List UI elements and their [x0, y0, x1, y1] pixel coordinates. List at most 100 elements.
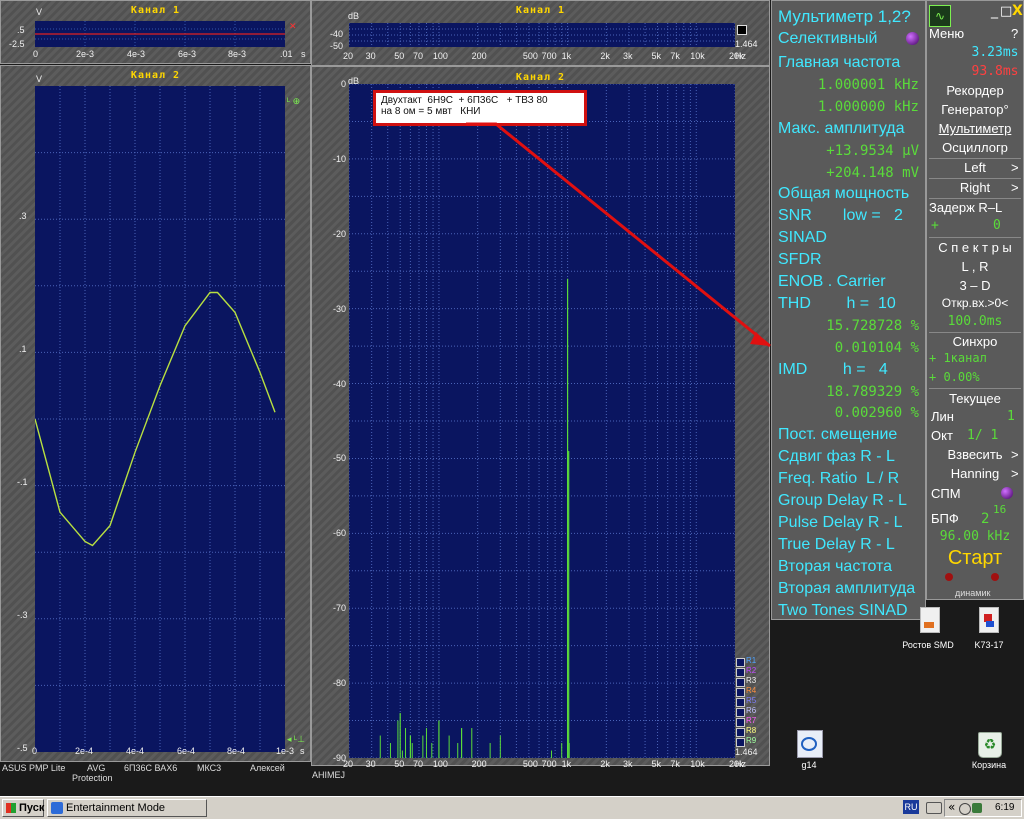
measurement-label: THD h = 10	[778, 294, 896, 312]
measurement-value: +13.9534 μV	[826, 142, 919, 159]
measurement-label: Freq. Ratio L / R	[778, 470, 900, 488]
measurement-label: ENOB . Carrier	[778, 273, 886, 290]
multimeter-title: Мультиметр 1,2?	[778, 7, 911, 26]
measurement-label: SNR low = 2	[778, 207, 903, 225]
measurement-value: 15.728728 %	[826, 317, 919, 334]
lr-button[interactable]: L , R	[927, 259, 1023, 274]
multimeter-panel[interactable]: Мультиметр 1,2? Селективный Главная част…	[771, 0, 926, 620]
measurement-value: 1.000000 kHz	[817, 98, 919, 115]
start-label: Пуск	[19, 802, 45, 814]
lin-value: 1	[1007, 409, 1015, 424]
close-button[interactable]: X	[1012, 3, 1023, 19]
measurement-label: Пост. смещение	[778, 426, 898, 444]
desktop-icon-label[interactable]: Ростов SMD	[893, 640, 963, 650]
delay-value: 0	[993, 218, 1001, 233]
delay-label[interactable]: Задерж R–L	[929, 200, 1023, 215]
measurement-label: SINAD	[778, 229, 827, 247]
open-input-value: 100.0ms	[947, 314, 1003, 329]
arrow-icon: >	[1011, 160, 1019, 175]
keyboard-icon[interactable]	[926, 802, 942, 814]
desktop-icon-label: Алексей	[250, 763, 285, 773]
open-input-button[interactable]: Откр.вх.>0<	[927, 296, 1023, 310]
right-channel-button[interactable]: Right	[927, 180, 1023, 195]
desktop-icon-label: AVG	[87, 763, 106, 773]
tray-expand-icon[interactable]: «	[948, 800, 955, 814]
measurement-value: 0.010104 %	[834, 339, 919, 356]
current-button[interactable]: Текущее	[927, 391, 1023, 406]
desktop-icon-label[interactable]: K73-17	[954, 640, 1024, 650]
oct-value: 1/ 1	[967, 428, 999, 443]
desktop-icon-label: Protection	[72, 773, 113, 783]
time-value: 93.8ms	[971, 64, 1019, 79]
sync-channel: + 1канал	[929, 351, 987, 365]
measurement-label: Главная частота	[778, 54, 901, 71]
language-indicator[interactable]: RU	[903, 800, 919, 814]
sync-button[interactable]: Синхро	[927, 334, 1023, 349]
desktop-icon-label: ASUS PMP Lite	[2, 763, 66, 773]
measurement-label: Вторая амплитуда	[778, 579, 916, 597]
sync-percent: + 0.00%	[929, 370, 980, 384]
status-led	[945, 573, 953, 581]
desktop-icon-label: 6П36С ВАХ6	[124, 763, 178, 773]
app-icon: ∿	[929, 5, 951, 27]
desktop-icon-label: динамик	[955, 588, 991, 598]
hanning-button[interactable]: Hanning	[927, 466, 1023, 481]
clock[interactable]: 6:19	[995, 802, 1014, 813]
djvu-icon[interactable]	[797, 730, 823, 758]
mode-label: Селективный	[778, 30, 878, 47]
taskbar-task[interactable]: Entertainment Mode	[47, 799, 207, 817]
left-channel-button[interactable]: Left	[927, 160, 1023, 175]
measurement-value: 1.000001 kHz	[817, 76, 919, 93]
measurement-label: SFDR	[778, 251, 822, 269]
document-icon[interactable]	[979, 607, 999, 633]
spectra-button[interactable]: С п е к т р ы	[927, 240, 1023, 255]
windows-logo-icon	[6, 803, 16, 813]
measurement-label: Group Delay R - L	[778, 492, 907, 509]
measurement-label: Сдвиг фаз R - L	[778, 448, 895, 466]
restore-button[interactable]: □	[1000, 4, 1012, 19]
arrow-icon: >	[1011, 447, 1019, 462]
fft-label[interactable]: БПФ	[931, 511, 961, 526]
desktop-icon-label: AHIMEJ	[312, 770, 346, 780]
help-button[interactable]: ?	[1011, 26, 1021, 41]
desktop-icon-label: МКС3	[197, 763, 222, 773]
control-panel[interactable]: ∿ _ □ X Меню ? 3.23ms 93.8ms Рекордер Ге…	[926, 0, 1024, 600]
3d-button[interactable]: 3 – D	[927, 278, 1023, 293]
spm-indicator[interactable]	[1001, 487, 1013, 499]
start-button[interactable]: Старт	[927, 547, 1023, 570]
generator-button[interactable]: Генератор°	[927, 102, 1023, 117]
arrow-icon: >	[1011, 466, 1019, 481]
minimize-button[interactable]: _	[991, 3, 998, 19]
start-button[interactable]: Пуск	[2, 799, 44, 817]
mode-indicator[interactable]	[906, 32, 919, 45]
oct-label[interactable]: Окт	[931, 428, 961, 443]
speaker-icon[interactable]	[959, 803, 971, 815]
status-led	[991, 573, 999, 581]
measurement-label: True Delay R - L	[778, 535, 895, 553]
measurement-value: 0.002960 %	[834, 405, 919, 422]
menu-button[interactable]: Меню	[929, 26, 1023, 41]
fft-base: 2	[981, 511, 990, 527]
fft-exponent: 16	[993, 503, 1007, 516]
sample-rate: 96.00 kHz	[939, 529, 1011, 544]
recorder-button[interactable]: Рекордер	[927, 83, 1023, 98]
weigh-button[interactable]: Взвесить	[927, 447, 1023, 462]
lin-label[interactable]: Лин	[931, 409, 961, 424]
network-icon[interactable]	[972, 803, 982, 813]
arrow-icon: >	[1011, 180, 1019, 195]
recycle-bin-icon[interactable]: ♻	[978, 732, 1002, 758]
measurement-label: Общая мощность	[778, 185, 910, 203]
oscillograph-button[interactable]: Осциллогр	[927, 140, 1023, 155]
desktop-icon-label[interactable]: Корзина	[954, 760, 1024, 770]
delay-sign: +	[931, 218, 939, 233]
document-icon[interactable]	[920, 607, 940, 633]
measurement-label: Two Tones SINAD	[778, 601, 908, 619]
desktop-icon-label[interactable]: g14	[774, 760, 844, 770]
measurement-label: Pulse Delay R - L	[778, 513, 903, 531]
multimeter-button[interactable]: Мультиметр	[927, 121, 1023, 136]
time-value: 3.23ms	[971, 45, 1019, 60]
tray: « 6:19	[944, 799, 1022, 817]
spm-button[interactable]: СПМ	[931, 486, 971, 501]
measurement-label: IMD h = 4	[778, 360, 888, 378]
measurement-value: +204.148 mV	[826, 164, 919, 181]
